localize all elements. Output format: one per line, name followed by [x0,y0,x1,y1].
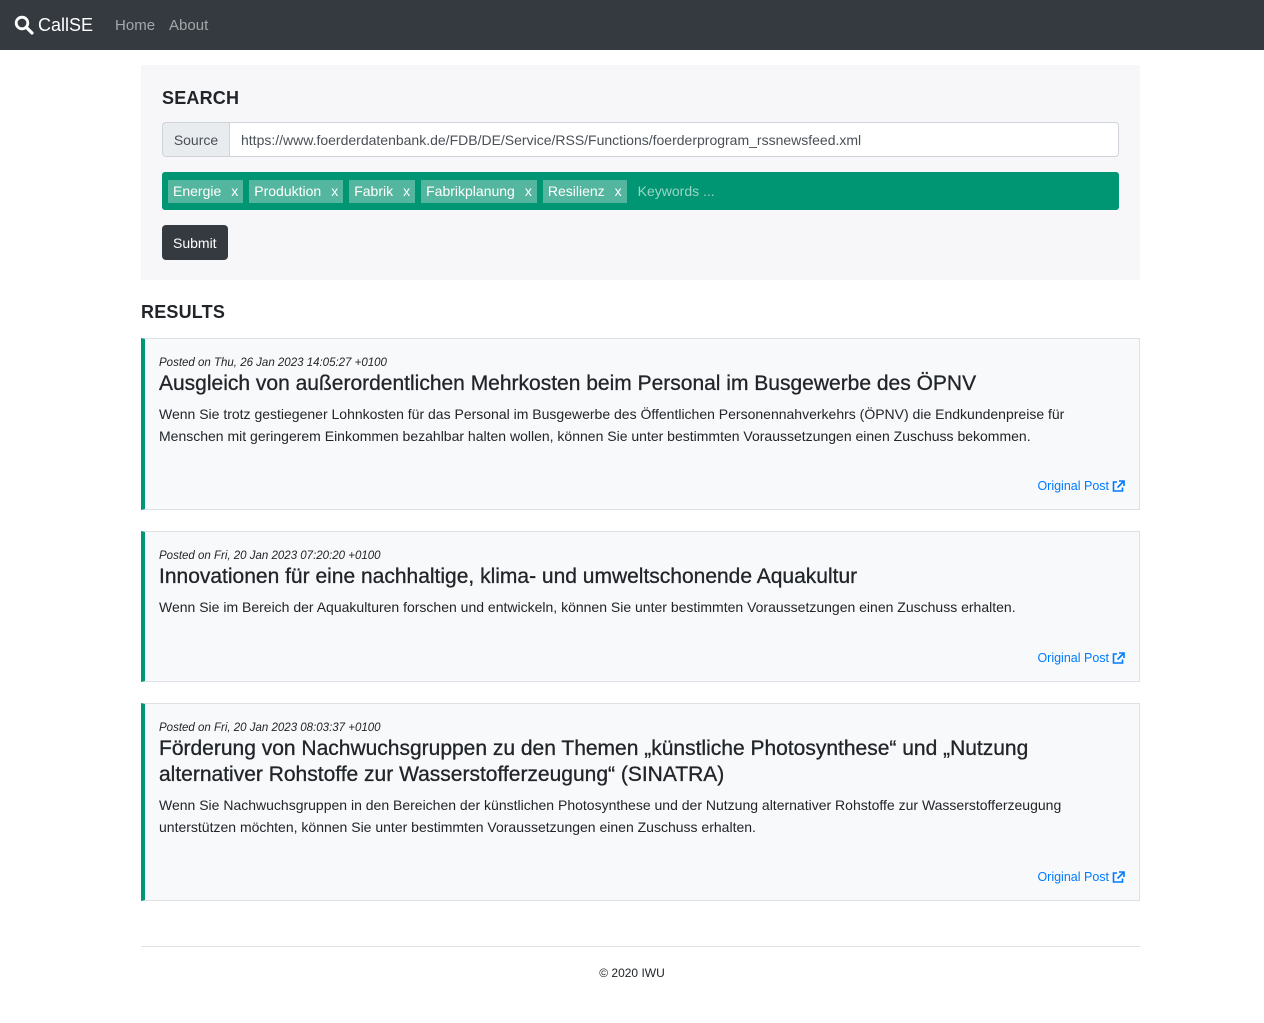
nav-about[interactable]: About [169,17,208,34]
tag-resilienz: Resilienz x [542,179,627,203]
external-link-icon [1112,871,1125,883]
original-post-label: Original Post [1037,870,1109,884]
submit-button[interactable]: Submit [162,225,228,260]
result-card: Posted on Fri, 20 Jan 2023 08:03:37 +010… [141,703,1140,901]
keyword-tags-input[interactable]: Energie x Produktion x Fabrik x Fabrikpl… [162,172,1119,210]
post-date: Posted on Fri, 20 Jan 2023 07:20:20 +010… [159,550,381,562]
source-url-input[interactable] [229,122,1119,157]
navbar: CallSE Home About [0,0,1264,50]
post-summary: Wenn Sie im Bereich der Aquakulturen for… [159,599,1016,615]
tag-label: Fabrik [354,183,394,199]
footer-copyright: © 2020 IWU [599,966,665,980]
post-summary: Wenn Sie trotz gestiegener Lohnkosten fü… [159,406,1065,444]
brand-name: CallSE [38,14,94,35]
footer-divider [141,946,1140,947]
search-heading: SEARCH [162,88,240,108]
post-title: Förderung von Nachwuchsgruppen zu den Th… [159,737,1029,786]
original-post-link[interactable]: Original Post [1037,479,1125,493]
search-icon [14,15,34,35]
tag-remove-button[interactable]: x [403,183,410,199]
tag-label: Energie [173,183,222,199]
keywords-input[interactable] [637,183,838,199]
post-date: Posted on Fri, 20 Jan 2023 08:03:37 +010… [159,722,381,734]
results-heading: RESULTS [141,302,226,322]
source-input-group: Source [162,122,1119,157]
tag-remove-button[interactable]: x [615,183,622,199]
original-post-label: Original Post [1037,651,1109,665]
external-link-icon [1112,652,1125,664]
post-date: Posted on Thu, 26 Jan 2023 14:05:27 +010… [159,357,387,369]
tag-produktion: Produktion x [249,179,344,203]
tag-remove-button[interactable]: x [525,183,532,199]
search-panel: SEARCH Source Energie x Produktion x Fab… [141,65,1140,280]
tag-energie: Energie x [168,179,244,203]
tag-label: Produktion [254,183,322,199]
result-card: Posted on Fri, 20 Jan 2023 07:20:20 +010… [141,531,1140,682]
post-summary: Wenn Sie Nachwuchsgruppen in den Bereich… [159,797,1062,835]
tag-fabrikplanung: Fabrikplanung x [421,179,537,203]
source-label: Source [162,122,229,157]
tag-label: Resilienz [547,183,605,199]
tag-remove-button[interactable]: x [231,183,238,199]
tag-label: Fabrikplanung [426,183,515,199]
result-card: Posted on Thu, 26 Jan 2023 14:05:27 +010… [141,338,1140,510]
external-link-icon [1112,480,1125,492]
original-post-link[interactable]: Original Post [1037,651,1125,665]
post-title: Ausgleich von außerordentlichen Mehrkost… [159,372,977,395]
tag-fabrik: Fabrik x [349,179,416,203]
original-post-link[interactable]: Original Post [1037,870,1125,884]
original-post-label: Original Post [1037,479,1109,493]
post-title: Innovationen für eine nachhaltige, klima… [159,565,858,588]
tag-remove-button[interactable]: x [331,183,338,199]
nav-home[interactable]: Home [115,17,155,34]
brand-link[interactable]: CallSE [14,15,93,36]
